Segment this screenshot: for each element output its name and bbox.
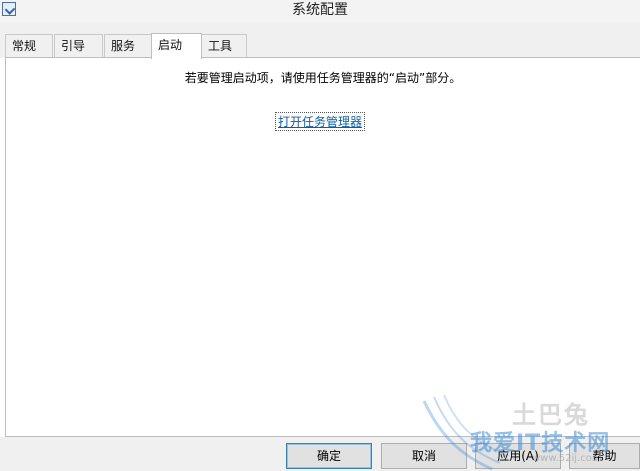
window-title: 系统配置 [292,2,348,18]
tab-startup[interactable]: 启动 [151,33,202,59]
help-button[interactable]: 帮助 [569,443,640,469]
tab-services[interactable]: 服务 [104,34,152,57]
tab-strip: 常规 引导 服务 启动 工具 [0,22,640,59]
tab-general[interactable]: 常规 [5,34,53,57]
tab-boot[interactable]: 引导 [54,34,103,57]
button-bar: 确定 取消 应用(A) 帮助 [0,437,640,471]
cancel-button[interactable]: 取消 [381,443,467,469]
startup-message: 若要管理启动项，请使用任务管理器的“启动”部分。 [184,71,462,85]
ok-button[interactable]: 确定 [286,443,372,469]
tab-tools[interactable]: 工具 [201,34,247,57]
title-bar: 系统配置 [0,0,640,23]
apply-button[interactable]: 应用(A) [475,443,561,469]
open-task-manager-link[interactable]: 打开任务管理器 [274,112,366,131]
startup-panel: 若要管理启动项，请使用任务管理器的“启动”部分。 打开任务管理器 [5,57,640,437]
